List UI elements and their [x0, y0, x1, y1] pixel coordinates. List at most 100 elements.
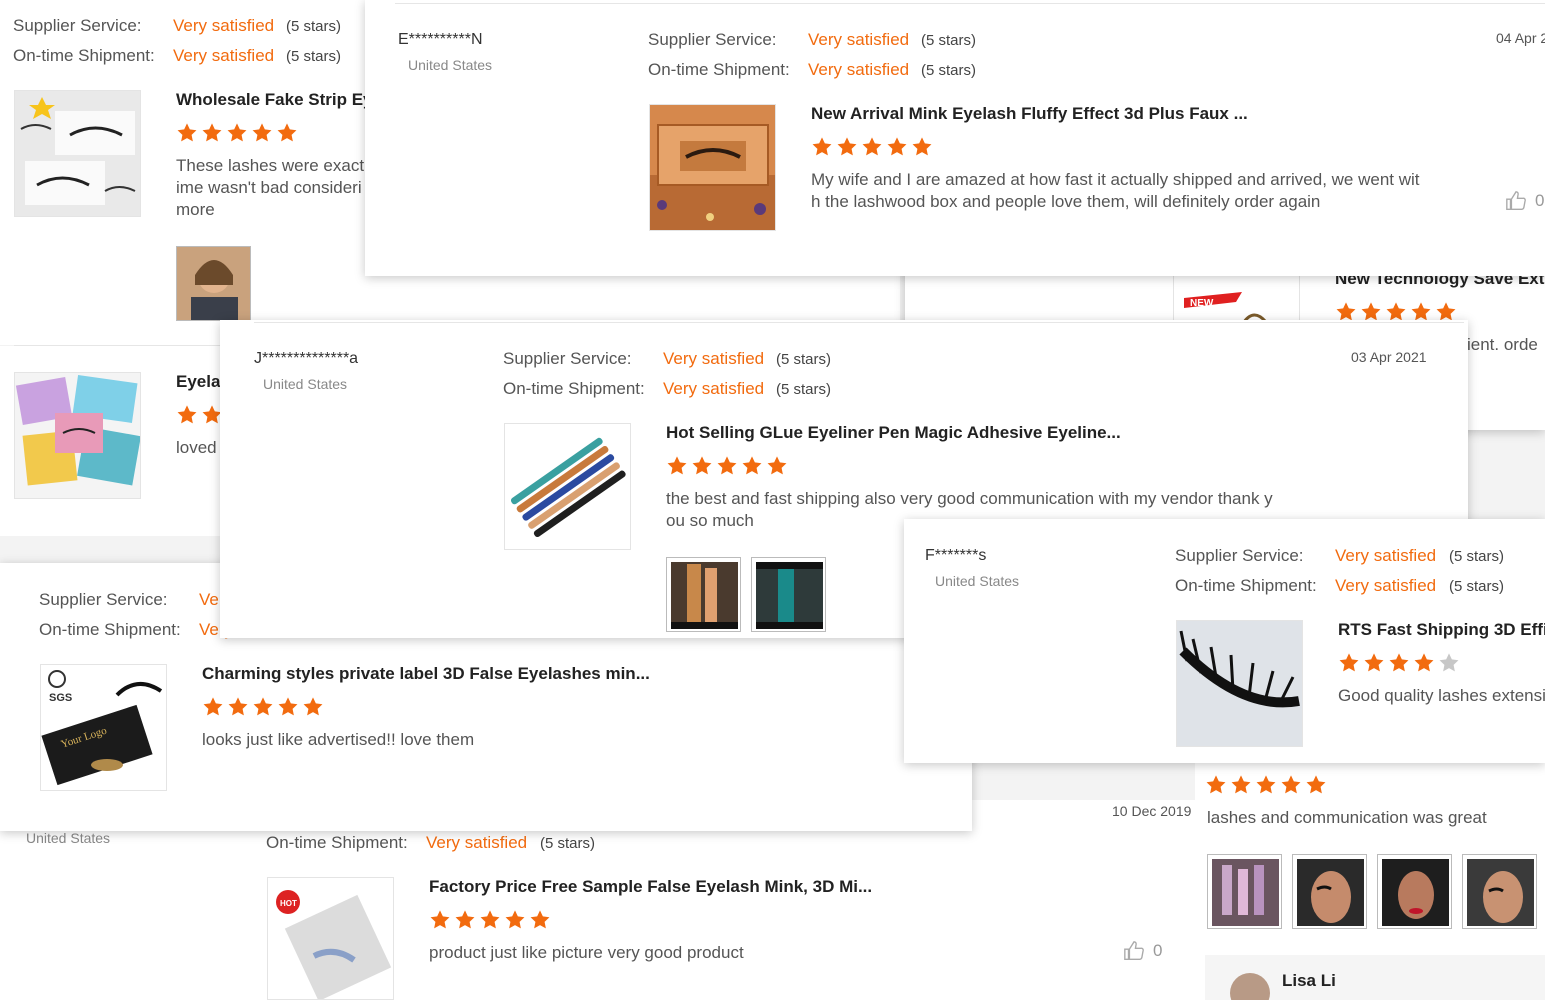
- product-image[interactable]: [649, 104, 776, 231]
- star-filled-icon: [862, 137, 882, 156]
- svg-text:NEW: NEW: [1190, 298, 1214, 309]
- product-title[interactable]: Charming styles private label 3D False E…: [202, 664, 650, 684]
- reviewer-name: F*******s: [925, 547, 987, 564]
- ontime-shipment-stars: (5 stars): [540, 835, 596, 852]
- star-rating: [1338, 652, 1460, 674]
- supplier-service-stars: (5 stars): [286, 18, 342, 35]
- product-image[interactable]: [1176, 620, 1303, 747]
- star-filled-icon: [1231, 775, 1251, 794]
- star-rating: [429, 909, 551, 931]
- divider: [254, 322, 1464, 323]
- face-photo: [1467, 859, 1534, 926]
- star-filled-icon: [303, 697, 323, 716]
- product-image[interactable]: [504, 423, 631, 550]
- star-filled-icon: [430, 910, 450, 929]
- thumbs-up-icon: [1124, 941, 1144, 960]
- review-photo[interactable]: [1207, 854, 1282, 929]
- review-photo[interactable]: [176, 246, 251, 321]
- review-text-line-1: My wife and I are amazed at how fast it …: [811, 170, 1420, 189]
- svg-text:HOT: HOT: [280, 899, 297, 908]
- eyeliner-pens-image: [505, 424, 630, 549]
- star-filled-icon: [202, 123, 222, 142]
- star-rating: [666, 455, 788, 477]
- review-photo[interactable]: [1462, 854, 1537, 929]
- star-filled-icon: [278, 697, 298, 716]
- helpful-button[interactable]: 0: [1505, 190, 1544, 212]
- star-filled-icon: [912, 137, 932, 156]
- review-photo[interactable]: [1377, 854, 1452, 929]
- product-image[interactable]: SGS Your Logo: [40, 664, 167, 791]
- review-text: Good quality lashes extensi: [1338, 686, 1545, 705]
- review-photo[interactable]: [751, 557, 826, 632]
- reviewer-country: United States: [408, 57, 493, 73]
- eyeliner-photo: [756, 562, 823, 629]
- supplier-service-rating: Very satisfied: [663, 349, 765, 368]
- star-filled-icon: [277, 123, 297, 142]
- lash-closeup-image: [1177, 621, 1302, 746]
- star-filled-icon: [253, 697, 273, 716]
- product-title[interactable]: New Arrival Mink Eyelash Fluffy Effect 3…: [811, 104, 1248, 124]
- review-text-line-1: the best and fast shipping also very goo…: [666, 489, 1273, 508]
- star-filled-icon: [1339, 653, 1359, 672]
- face-photo: [1297, 859, 1364, 926]
- ontime-shipment-label: On-time Shipment:: [13, 46, 155, 65]
- ontime-shipment-label: On-time Shipment:: [266, 833, 408, 852]
- ontime-shipment-stars: (5 stars): [1449, 578, 1505, 595]
- star-filled-icon: [530, 910, 550, 929]
- helpful-button[interactable]: 0: [1123, 940, 1162, 962]
- supplier-service-stars: (5 stars): [1449, 548, 1505, 565]
- supplier-service-stars: (5 stars): [921, 32, 977, 49]
- reviewer-country: United States: [26, 830, 111, 846]
- ontime-shipment-label: On-time Shipment:: [648, 60, 790, 79]
- reviewer-country: United States: [935, 573, 1020, 589]
- ontime-shipment-label: On-time Shipment:: [39, 620, 181, 639]
- star-rating: [811, 136, 933, 158]
- replier-name: Lisa Li: [1282, 971, 1336, 990]
- supplier-service-label: Supplier Service:: [648, 30, 777, 49]
- star-filled-icon: [505, 910, 525, 929]
- product-image[interactable]: HOT: [267, 877, 394, 1000]
- thumbs-up-icon: [1506, 191, 1526, 210]
- star-filled-icon: [887, 137, 907, 156]
- star-filled-icon: [1389, 653, 1409, 672]
- helpful-count: 0: [1535, 191, 1545, 210]
- product-title[interactable]: Hot Selling GLue Eyeliner Pen Magic Adhe…: [666, 423, 1121, 443]
- review-text-line-2: ou so much: [666, 511, 754, 530]
- avatar: [1230, 973, 1270, 1000]
- ontime-shipment-rating: Very satisfied: [808, 60, 910, 79]
- star-filled-icon: [812, 137, 832, 156]
- product-image[interactable]: [14, 90, 141, 217]
- lash-boxes-image: [15, 373, 140, 498]
- review-text: product just like picture very good prod…: [429, 943, 744, 962]
- svg-text:SGS: SGS: [49, 692, 72, 704]
- review-card-background-bottom-right: lashes and communication was great Lisa …: [1195, 740, 1545, 1000]
- supplier-reply-box: Lisa Li: [1205, 955, 1545, 1000]
- star-filled-icon: [717, 456, 737, 475]
- supplier-service-rating: Very satisfied: [808, 30, 910, 49]
- review-text: ient. orde: [1467, 335, 1538, 354]
- ontime-shipment-stars: (5 stars): [286, 48, 342, 65]
- review-card-e-n: E**********N United States Supplier Serv…: [365, 0, 1545, 276]
- star-filled-icon: [177, 123, 197, 142]
- supplier-service-label: Supplier Service:: [1175, 546, 1304, 565]
- star-filled-icon: [480, 910, 500, 929]
- product-title[interactable]: Wholesale Fake Strip Eye: [176, 90, 382, 110]
- review-text-line-2: h the lashwood box and people love them,…: [811, 192, 1321, 211]
- star-rating: [1205, 774, 1327, 796]
- star-filled-icon: [1206, 775, 1226, 794]
- review-text: lashes and communication was great: [1207, 808, 1487, 827]
- product-image[interactable]: [14, 372, 141, 499]
- star-filled-icon: [1364, 653, 1384, 672]
- product-title[interactable]: Factory Price Free Sample False Eyelash …: [429, 877, 872, 897]
- product-title[interactable]: RTS Fast Shipping 3D Effici: [1338, 620, 1545, 640]
- review-date: 03 Apr 2021: [1351, 349, 1427, 365]
- reviewer-name: E**********N: [398, 31, 483, 48]
- face-photo: [1382, 859, 1449, 926]
- marble-box-image: HOT: [268, 878, 393, 999]
- review-photo[interactable]: [666, 557, 741, 632]
- star-filled-icon: [455, 910, 475, 929]
- eyeliner-photo: [671, 562, 738, 629]
- reviewer-photo-image: [177, 247, 250, 320]
- star-filled-icon: [203, 697, 223, 716]
- review-photo[interactable]: [1292, 854, 1367, 929]
